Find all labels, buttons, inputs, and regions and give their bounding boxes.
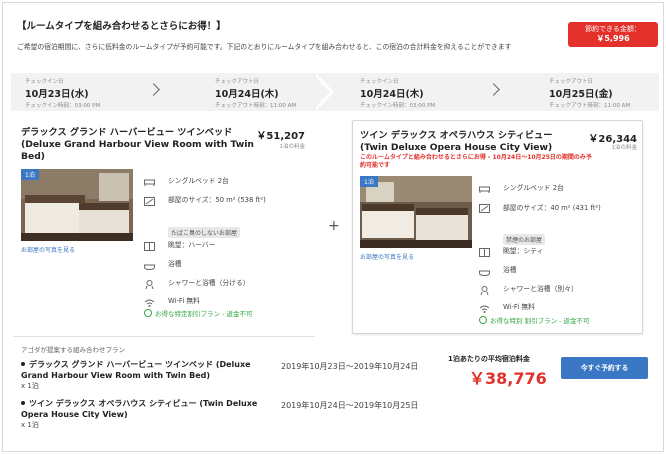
seg2-checkout: チェックアウト日 10月25日(金) チェックアウト時刻：11:00 AM bbox=[549, 77, 630, 109]
seg1-checkout: チェックアウト日 10月24日(木) チェックアウト時刻：11:00 AM bbox=[215, 77, 296, 109]
checkin-time: チェックイン時刻：03:00 PM bbox=[25, 103, 101, 109]
checkin-date: 10月24日(木) bbox=[360, 89, 424, 100]
wifi-icon bbox=[479, 305, 490, 313]
room2-bed: シングルベッド 2台 bbox=[503, 184, 564, 192]
room2-shower: シャワーと浴槽（別々） bbox=[503, 285, 578, 293]
room2-photo-link[interactable]: お部屋の写真を見る bbox=[360, 252, 414, 261]
wifi-icon bbox=[144, 299, 155, 307]
room1-name-en: (Deluxe Grand Harbour View Room with Twi… bbox=[21, 139, 254, 162]
room2-wifi: Wi-Fi 無料 bbox=[503, 303, 535, 311]
room2-view: 眺望：シティ bbox=[503, 247, 544, 255]
bed-icon bbox=[144, 179, 155, 186]
bathtub-icon bbox=[144, 264, 155, 270]
room1-wifi: Wi-Fi 無料 bbox=[168, 297, 200, 305]
shower-icon bbox=[145, 280, 154, 289]
avg-price: ￥38,776 bbox=[469, 369, 547, 388]
summary-item-name: ツイン デラックス オペラハウス シティビュー (Twin Deluxe Ope… bbox=[21, 399, 258, 419]
checkin-date: 10月23日(水) bbox=[25, 89, 89, 100]
bed-icon bbox=[479, 186, 490, 193]
checkout-label: チェックアウト日 bbox=[549, 79, 594, 85]
room2-deal: お得な特別 割引プラン - 返金不可 bbox=[479, 315, 590, 325]
smoking-tag: 禁煙のお部屋 bbox=[503, 234, 546, 245]
savings-label: 節約できる金額： bbox=[585, 25, 641, 33]
shower-icon bbox=[480, 286, 489, 295]
smoking-tag: たばこ臭のしないお部屋 bbox=[168, 227, 241, 238]
room1-smoking: たばこ臭のしないお部屋 bbox=[168, 220, 241, 239]
checkin-label: チェックイン日 bbox=[360, 79, 399, 85]
checkin-time: チェックイン時刻：03:00 PM bbox=[360, 103, 436, 109]
room1-bath: 浴槽 bbox=[168, 260, 182, 268]
checkout-time: チェックアウト時刻：11:00 AM bbox=[215, 103, 297, 109]
room2-deal-text: お得な特別 割引プラン - 返金不可 bbox=[490, 317, 590, 325]
promo-title: 【ルームタイプを組み合わせるとさらにお得！】 bbox=[17, 21, 226, 32]
room1-name: デラックス グランド ハーバービュー ツインベッド (Deluxe Grand … bbox=[21, 127, 261, 163]
room2-smoking: 禁煙のお部屋 bbox=[503, 227, 546, 246]
room2-photo[interactable]: 1泊 bbox=[360, 176, 472, 248]
checkin-label: チェックイン日 bbox=[25, 79, 64, 85]
room1-photo-link[interactable]: お部屋の写真を見る bbox=[21, 245, 75, 254]
summary-item: デラックス グランド ハーバービュー ツインベッド (Deluxe Grand … bbox=[21, 359, 276, 392]
bullet-icon bbox=[21, 361, 25, 366]
bathtub-icon bbox=[479, 270, 490, 276]
nights-tag: 1泊 bbox=[360, 176, 378, 187]
summary-item-qty: x 1泊 bbox=[21, 382, 39, 390]
room1-name-jp: デラックス グランド ハーバービュー ツインベッド bbox=[21, 127, 233, 138]
checkout-label: チェックアウト日 bbox=[215, 79, 260, 85]
size-icon bbox=[479, 204, 490, 213]
room1-view: 眺望：ハーバー bbox=[168, 241, 216, 249]
room1-deal: お得な特定割引プラン - 返金不可 bbox=[144, 308, 252, 318]
view-icon bbox=[479, 248, 490, 257]
segment-arrow-inner bbox=[312, 73, 330, 111]
room1-size: 部屋のサイズ：50 m² (538 ft²) bbox=[168, 196, 266, 204]
chevron-right-icon bbox=[147, 83, 160, 96]
room1-photo[interactable]: 1泊 bbox=[21, 169, 133, 241]
promo-description: ご希望の宿泊期間に、さらに低料金のルームタイプが予約可能です。下記のとおりにルー… bbox=[17, 43, 512, 51]
deal-check-icon bbox=[479, 316, 487, 324]
bullet-icon bbox=[21, 400, 25, 405]
section-divider bbox=[13, 336, 315, 337]
room1-bed: シングルベッド 2台 bbox=[168, 177, 229, 185]
room2-size: 部屋のサイズ：40 m² (431 ft²) bbox=[503, 204, 601, 212]
view-icon bbox=[144, 242, 155, 251]
room2-combo-warning: このルームタイプと組み合わせるとさらにお得 - 10月24日～10月25日の期間… bbox=[360, 154, 592, 169]
room1-shower: シャワーと浴槽（分ける） bbox=[168, 279, 250, 287]
summary-item-dates: 2019年10月23日～2019年10月24日 bbox=[281, 362, 419, 371]
avg-price-label: 1泊あたりの平均宿泊料金 bbox=[448, 355, 530, 363]
checkout-date: 10月24日(木) bbox=[215, 89, 279, 100]
room1-per-stay: 1泊の料金 bbox=[279, 144, 306, 150]
book-now-button[interactable]: 今すぐ予約する bbox=[561, 357, 648, 379]
room1-deal-text: お得な特定割引プラン - 返金不可 bbox=[155, 310, 253, 318]
room2-bath: 浴槽 bbox=[503, 266, 517, 274]
room2-name: ツイン デラックス オペラハウス シティビュー (Twin Deluxe Ope… bbox=[360, 130, 560, 154]
plus-icon: + bbox=[328, 218, 340, 234]
checkout-date: 10月25日(金) bbox=[549, 89, 613, 100]
checkout-time: チェックアウト時刻：11:00 AM bbox=[549, 103, 631, 109]
combo-offer-panel: 【ルームタイプを組み合わせるとさらにお得！】 ご希望の宿泊期間に、さらに低料金の… bbox=[2, 2, 664, 452]
room2-name-jp: ツイン デラックス オペラハウス シティビュー bbox=[360, 130, 553, 141]
seg2-checkin: チェックイン日 10月24日(木) チェックイン時刻：03:00 PM bbox=[360, 77, 435, 109]
summary-item-qty: x 1泊 bbox=[21, 421, 39, 429]
savings-badge: 節約できる金額： ￥5,996 bbox=[568, 22, 658, 47]
room1-price: ￥51,207 bbox=[256, 131, 305, 142]
room2-card: ツイン デラックス オペラハウス シティビュー (Twin Deluxe Ope… bbox=[352, 120, 643, 334]
savings-amount: ￥5,996 bbox=[596, 34, 630, 43]
chevron-right-icon bbox=[487, 83, 500, 96]
seg1-checkin: チェックイン日 10月23日(水) チェックイン時刻：03:00 PM bbox=[25, 77, 100, 109]
summary-item-name: デラックス グランド ハーバービュー ツインベッド (Deluxe Grand … bbox=[21, 360, 251, 380]
size-icon bbox=[144, 197, 155, 206]
summary-item: ツイン デラックス オペラハウス シティビュー (Twin Deluxe Ope… bbox=[21, 398, 276, 431]
summary-heading: アゴダが提案する組み合わせプラン bbox=[21, 346, 125, 354]
summary-item-dates: 2019年10月24日～2019年10月25日 bbox=[281, 401, 419, 410]
room2-name-en: (Twin Deluxe Opera House City View) bbox=[360, 142, 553, 153]
nights-tag: 1泊 bbox=[21, 169, 39, 180]
deal-check-icon bbox=[144, 309, 152, 317]
room2-per-stay: 1泊の料金 bbox=[611, 145, 638, 151]
date-timeline: チェックイン日 10月23日(水) チェックイン時刻：03:00 PM チェック… bbox=[11, 73, 659, 111]
